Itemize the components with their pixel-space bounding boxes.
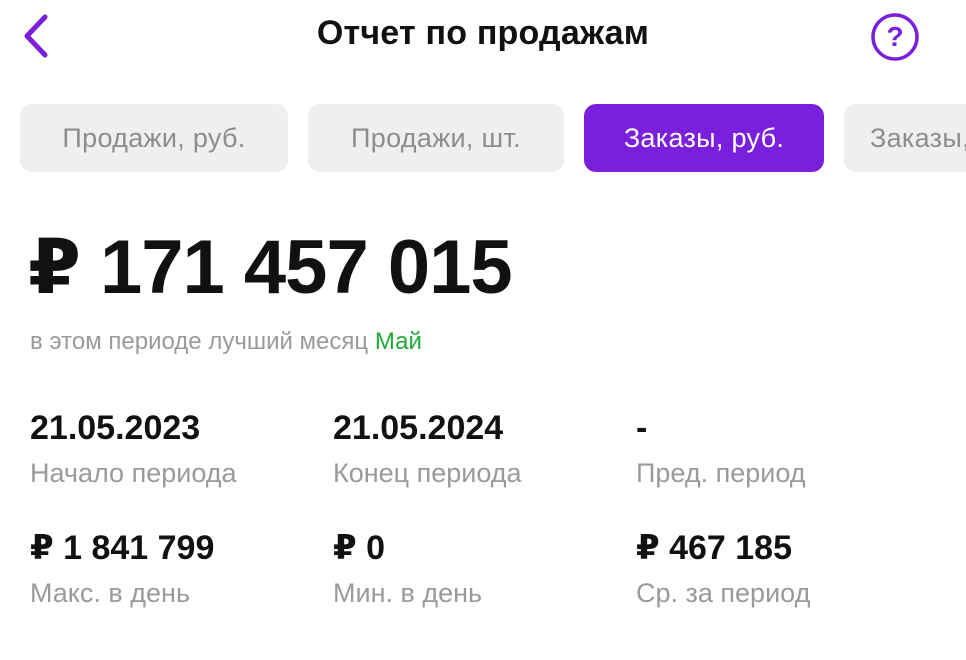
total-amount: ₽ 171 457 015 (28, 225, 513, 310)
sales-report-screen: Отчет по продажам ? Продажи, руб. Продаж… (0, 0, 966, 660)
svg-text:?: ? (886, 21, 903, 52)
stat-avg-per-period: ₽ 467 185 Ср. за период (636, 529, 811, 609)
stat-prev-period: - Пред. период (636, 409, 806, 489)
help-button[interactable]: ? (870, 12, 920, 62)
tab-orders-rub[interactable]: Заказы, руб. (584, 104, 824, 172)
stat-value: 21.05.2023 (30, 409, 201, 447)
best-month-prefix: в этом периоде лучший месяц (30, 328, 369, 355)
page-title: Отчет по продажам (316, 14, 650, 52)
stat-max-per-day: ₽ 1 841 799 Макс. в день (30, 529, 215, 609)
tab-bar: Продажи, руб. Продажи, шт. Заказы, руб. … (0, 104, 966, 172)
stat-label: Мин. в день (333, 578, 483, 609)
stat-label: Начало периода (30, 458, 237, 489)
stat-label: Конец периода (333, 458, 522, 489)
stat-value: 21.05.2024 (333, 409, 504, 447)
header: Отчет по продажам ? (0, 0, 966, 78)
stat-label: Макс. в день (30, 578, 191, 609)
stat-value: ₽ 467 185 (636, 529, 793, 567)
question-circle-icon: ? (871, 13, 919, 61)
stat-period-start: 21.05.2023 Начало периода (30, 409, 237, 489)
tab-sales-pcs[interactable]: Продажи, шт. (308, 104, 564, 172)
stat-value: ₽ 1 841 799 (30, 529, 215, 567)
best-month-value: Май (374, 328, 422, 355)
stat-value: - (636, 409, 648, 447)
stat-period-end: 21.05.2024 Конец периода (333, 409, 522, 489)
stat-value: ₽ 0 (333, 529, 386, 567)
stat-label: Пред. период (636, 458, 806, 489)
best-month-note: в этом периоде лучший месяц Май (30, 328, 422, 356)
tab-sales-rub[interactable]: Продажи, руб. (20, 104, 288, 172)
tab-orders-pcs[interactable]: Заказы, шт. (844, 104, 966, 172)
stat-min-per-day: ₽ 0 Мин. в день (333, 529, 483, 609)
stat-label: Ср. за период (636, 578, 811, 609)
